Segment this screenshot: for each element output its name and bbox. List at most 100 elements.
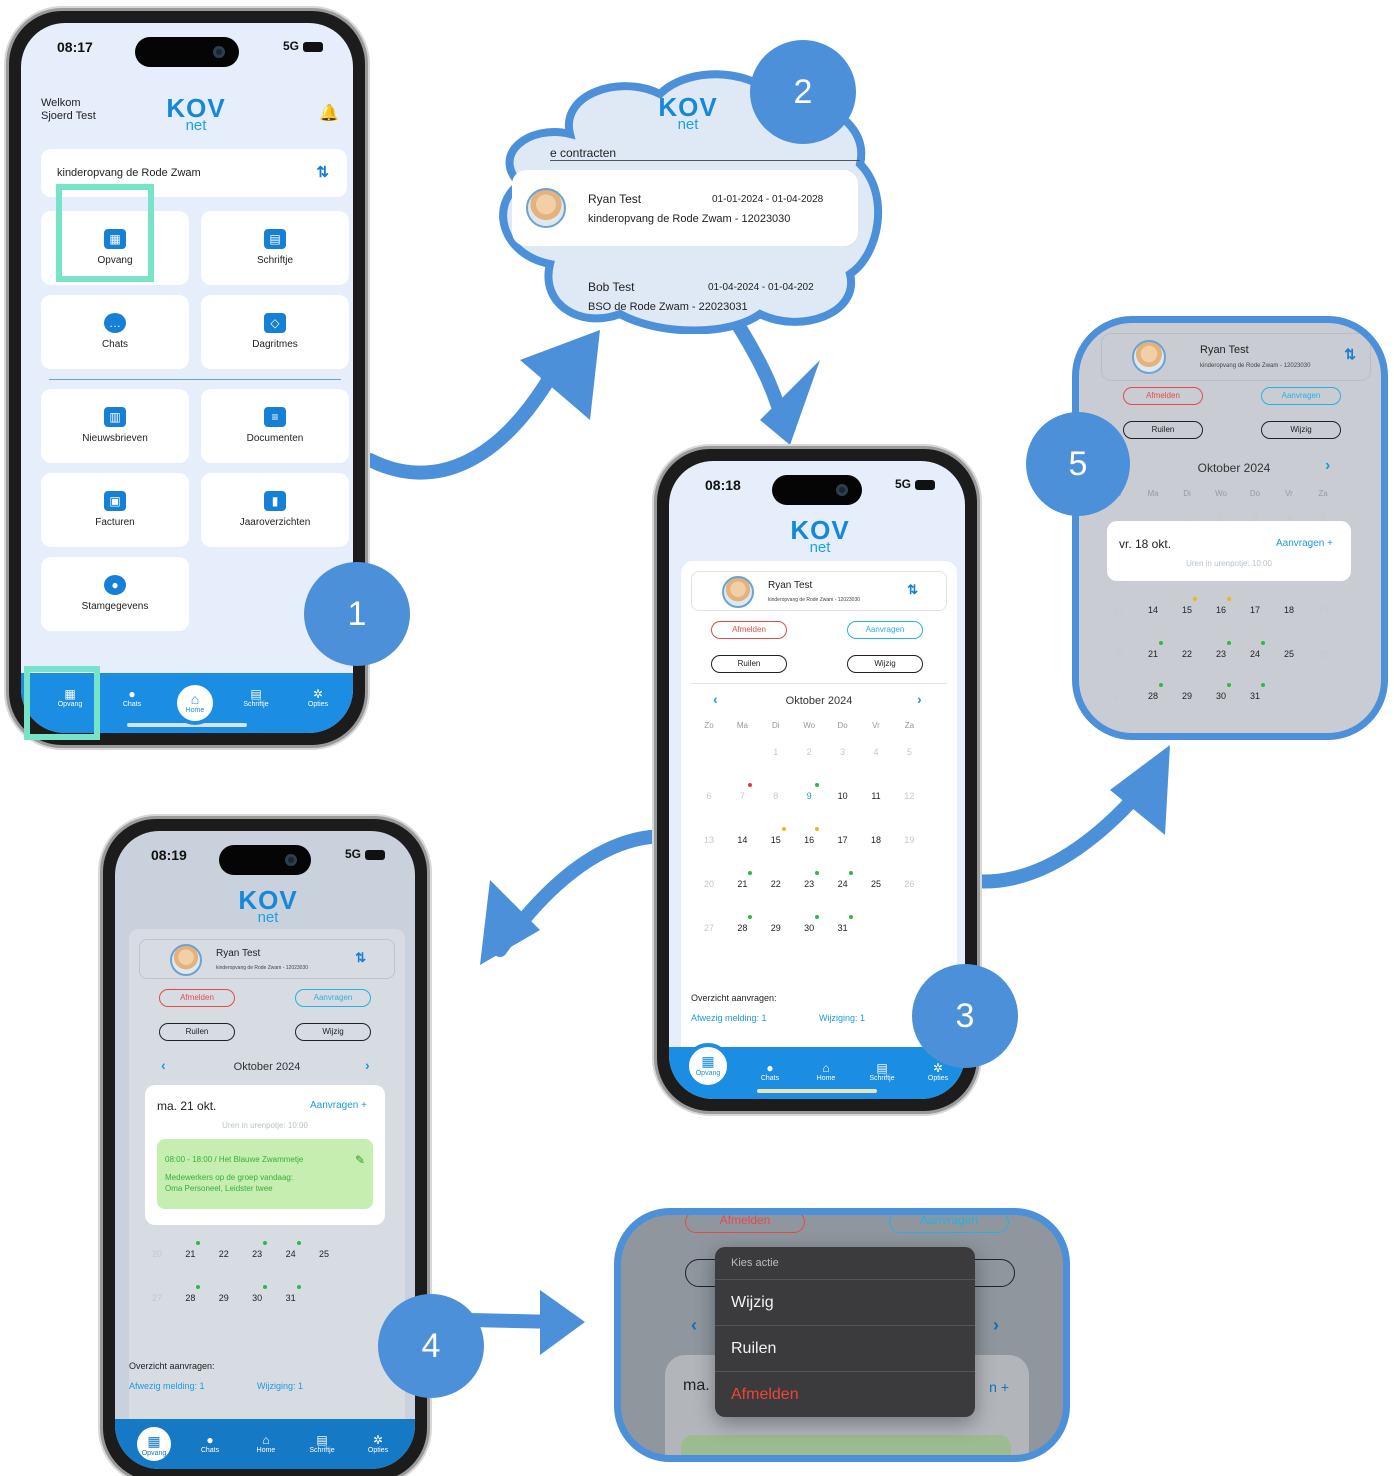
calendar-day[interactable]: 28 [728, 923, 756, 933]
tile-schriftje[interactable]: ▤ Schriftje [201, 211, 349, 285]
calendar-day[interactable]: 3 [829, 747, 857, 757]
absent-requests-link[interactable]: Afwezig melding: 1 [691, 1013, 767, 1023]
calendar-day[interactable]: 27 [1105, 691, 1133, 701]
switch-icon[interactable]: ⇅ [316, 163, 329, 181]
calendar-day[interactable]: 4 [862, 747, 890, 757]
tile-facturen[interactable]: ▣ Facturen [41, 473, 189, 547]
calendar-day[interactable]: 20 [143, 1249, 171, 1259]
calendar-day[interactable]: 25 [1275, 649, 1303, 659]
calendar-day[interactable]: 29 [210, 1293, 238, 1303]
calendar-day[interactable]: 12 [895, 791, 923, 801]
bell-icon[interactable]: 🔔 [319, 103, 339, 123]
calendar-day[interactable]: 29 [1173, 691, 1201, 701]
tab-opties[interactable]: ✲ Opties [353, 1433, 403, 1454]
calendar-day[interactable]: 30 [1207, 691, 1235, 701]
edit-icon[interactable]: ✎ [355, 1153, 365, 1167]
calendar-day[interactable]: 7 [728, 791, 756, 801]
calendar-day[interactable]: 11 [862, 791, 890, 801]
tab-chats[interactable]: ● Chats [745, 1061, 795, 1082]
calendar-day[interactable]: 20 [695, 879, 723, 889]
tile-chats[interactable]: … Chats [41, 295, 189, 369]
calendar-day[interactable]: 31 [277, 1293, 305, 1303]
calendar-day[interactable]: 23 [1207, 649, 1235, 659]
calendar-day[interactable]: 23 [795, 879, 823, 889]
calendar-day[interactable]: 18 [1275, 605, 1303, 615]
tab-opties[interactable]: ✲ Opties [293, 687, 343, 708]
calendar-day[interactable]: 30 [795, 923, 823, 933]
calendar-day[interactable]: 19 [1309, 605, 1337, 615]
change-requests-link[interactable]: Wijziging: 1 [819, 1013, 865, 1023]
calendar-day[interactable]: 18 [862, 835, 890, 845]
action-afmelden[interactable]: Afmelden [715, 1371, 975, 1417]
calendar-day[interactable]: 21 [728, 879, 756, 889]
absent-requests-link[interactable]: Afwezig melding: 1 [129, 1381, 205, 1391]
calendar-day[interactable]: 15 [762, 835, 790, 845]
calendar-day[interactable]: 25 [310, 1249, 338, 1259]
calendar-day[interactable]: 9 [795, 791, 823, 801]
calendar-day[interactable]: 22 [762, 879, 790, 889]
calendar-day[interactable]: 13 [1105, 605, 1133, 615]
calendar-day[interactable]: 21 [176, 1249, 204, 1259]
tile-nieuwsbrieven[interactable]: ▥ Nieuwsbrieven [41, 389, 189, 463]
calendar-day[interactable]: 24 [277, 1249, 305, 1259]
calendar-day[interactable]: 23 [243, 1249, 271, 1259]
calendar-day[interactable]: 2 [795, 747, 823, 757]
calendar-day[interactable]: 16 [1207, 605, 1235, 615]
contract-card[interactable]: Ryan Test 01-01-2024 - 01-04-2028 kinder… [512, 170, 858, 246]
calendar-day[interactable]: 27 [695, 923, 723, 933]
booking-card[interactable]: 08:00 - 18:00 / Het Blauwe Zwammetje Med… [157, 1139, 373, 1209]
calendar-day[interactable]: 15 [1173, 605, 1201, 615]
calendar-day[interactable]: 25 [862, 879, 890, 889]
tab-schriftje[interactable]: ▤ Schriftje [857, 1061, 907, 1082]
calendar-day[interactable]: 28 [176, 1293, 204, 1303]
afmelden-button[interactable]: Afmelden [685, 1215, 805, 1233]
calendar-day[interactable]: 1 [762, 747, 790, 757]
tab-opvang[interactable]: ▦ Opvang [685, 1043, 731, 1089]
tab-home[interactable]: ⌂ Home [241, 1433, 291, 1454]
calendar-day[interactable]: 14 [1139, 605, 1167, 615]
tab-chats[interactable]: ● Chats [185, 1433, 235, 1454]
tab-opvang[interactable]: ▦ Opvang [133, 1423, 175, 1465]
aanvragen-button[interactable]: Aanvragen [889, 1215, 1009, 1233]
calendar-day[interactable]: 14 [728, 835, 756, 845]
tab-home[interactable]: ⌂ Home [173, 681, 217, 725]
tab-home[interactable]: ⌂ Home [801, 1061, 851, 1082]
calendar-day[interactable]: 5 [895, 747, 923, 757]
calendar-day[interactable]: 26 [895, 879, 923, 889]
calendar-day[interactable]: 30 [243, 1293, 271, 1303]
calendar-day[interactable]: 24 [1241, 649, 1269, 659]
tile-jaaroverzichten[interactable]: ▮ Jaaroverzichten [201, 473, 349, 547]
calendar-day[interactable]: 22 [1173, 649, 1201, 659]
calendar-day[interactable]: 13 [695, 835, 723, 845]
tile-dagritmes[interactable]: ◇ Dagritmes [201, 295, 349, 369]
calendar-day[interactable]: 29 [762, 923, 790, 933]
calendar-day[interactable]: 8 [762, 791, 790, 801]
calendar-day[interactable]: 22 [210, 1249, 238, 1259]
calendar-day[interactable]: 28 [1139, 691, 1167, 701]
calendar-day[interactable]: 17 [829, 835, 857, 845]
calendar-day[interactable]: 10 [829, 791, 857, 801]
tab-schriftje[interactable]: ▤ Schriftje [231, 687, 281, 708]
tab-schriftje[interactable]: ▤ Schriftje [297, 1433, 347, 1454]
popup-request-button[interactable]: Aanvragen + [310, 1100, 367, 1111]
calendar-day[interactable]: 31 [829, 923, 857, 933]
calendar-day[interactable]: 31 [1241, 691, 1269, 701]
tab-chats[interactable]: ● Chats [107, 687, 157, 708]
calendar-day[interactable]: 20 [1105, 649, 1133, 659]
calendar-day[interactable]: 27 [143, 1293, 171, 1303]
chevron-right-icon[interactable]: › [993, 1315, 999, 1336]
action-wijzig[interactable]: Wijzig [715, 1279, 975, 1325]
calendar-day[interactable]: 16 [795, 835, 823, 845]
calendar-day[interactable]: 17 [1241, 605, 1269, 615]
calendar-day[interactable]: 24 [829, 879, 857, 889]
popup-request-button[interactable]: Aanvragen + [1276, 538, 1333, 549]
change-requests-link[interactable]: Wijziging: 1 [257, 1381, 303, 1391]
calendar-day[interactable]: 19 [895, 835, 923, 845]
calendar-day[interactable]: 6 [695, 791, 723, 801]
chevron-left-icon[interactable]: ‹ [691, 1315, 697, 1336]
tile-documenten[interactable]: ≡ Documenten [201, 389, 349, 463]
calendar-day[interactable]: 26 [1309, 649, 1337, 659]
tile-stamgegevens[interactable]: ● Stamgegevens [41, 557, 189, 631]
action-ruilen[interactable]: Ruilen [715, 1325, 975, 1371]
calendar-day[interactable]: 21 [1139, 649, 1167, 659]
